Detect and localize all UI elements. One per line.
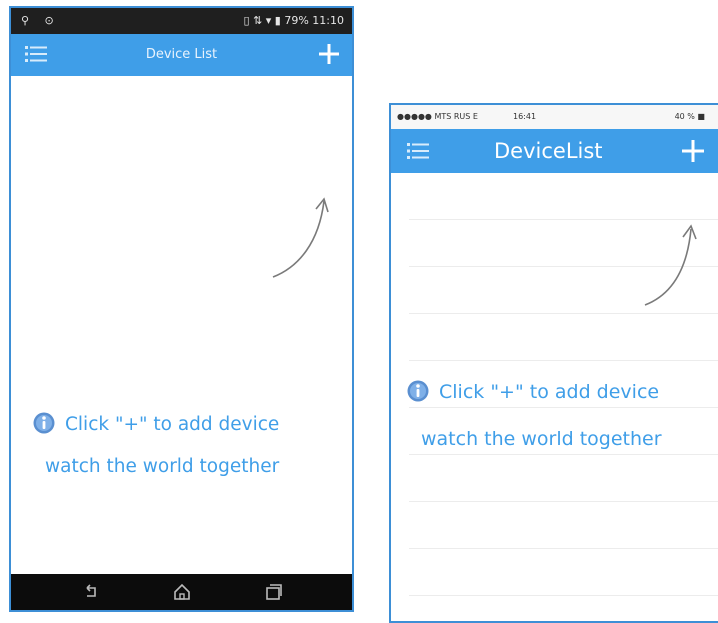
info-icon bbox=[407, 380, 429, 402]
status-time: 16:41 bbox=[513, 112, 537, 121]
list-row-separator bbox=[409, 454, 718, 455]
device-list: Click "+" to add device watch the world … bbox=[391, 173, 718, 621]
status-left-icons: ⚲ ⊙ bbox=[21, 14, 60, 27]
empty-hint-line2: watch the world together bbox=[45, 456, 280, 477]
recents-icon[interactable] bbox=[264, 582, 284, 602]
ios-status-bar: ●●●●● MTS RUS E 16:41 40 % ■ bbox=[391, 105, 718, 129]
list-row-separator bbox=[409, 501, 718, 502]
list-row-separator bbox=[409, 313, 718, 314]
android-screenshot: ⚲ ⊙ ▯ ⇅ ▾ ▮ 79% 11:10 Device List Click … bbox=[9, 6, 354, 612]
page-title: DeviceList bbox=[494, 139, 603, 163]
status-right-info: ▯ ⇅ ▾ ▮ 79% 11:10 bbox=[243, 14, 344, 27]
list-row-separator bbox=[409, 360, 718, 361]
menu-icon[interactable] bbox=[407, 141, 429, 161]
info-icon bbox=[33, 412, 55, 434]
home-icon[interactable] bbox=[172, 582, 192, 602]
battery-indicator: 40 % ■ bbox=[674, 112, 705, 121]
empty-hint-line1: Click "+" to add device bbox=[407, 380, 659, 403]
iphone-screenshot: ●●●●● MTS RUS E 16:41 40 % ■ DeviceList bbox=[389, 103, 718, 623]
android-nav-bar: Device List bbox=[11, 34, 352, 76]
list-row-separator bbox=[409, 407, 718, 408]
carrier-text: ●●●●● MTS RUS E bbox=[397, 112, 478, 121]
back-icon[interactable] bbox=[81, 582, 101, 602]
empty-hint-line2: watch the world together bbox=[421, 428, 662, 450]
android-system-bar bbox=[11, 574, 352, 610]
empty-hint-line1: Click "+" to add device bbox=[33, 412, 279, 435]
list-row-separator bbox=[409, 548, 718, 549]
hint-text-1: Click "+" to add device bbox=[65, 414, 280, 435]
list-row-separator bbox=[409, 595, 718, 596]
add-icon[interactable] bbox=[681, 139, 705, 163]
curved-arrow-icon bbox=[644, 224, 697, 306]
hint-text-1: Click "+" to add device bbox=[439, 381, 660, 403]
ios-nav-bar: DeviceList bbox=[391, 129, 718, 173]
add-icon[interactable] bbox=[318, 43, 340, 65]
curved-arrow-icon bbox=[272, 197, 329, 278]
device-list: Click "+" to add device watch the world … bbox=[11, 76, 352, 574]
page-title: Device List bbox=[145, 47, 218, 62]
android-status-bar: ⚲ ⊙ ▯ ⇅ ▾ ▮ 79% 11:10 bbox=[11, 8, 352, 34]
